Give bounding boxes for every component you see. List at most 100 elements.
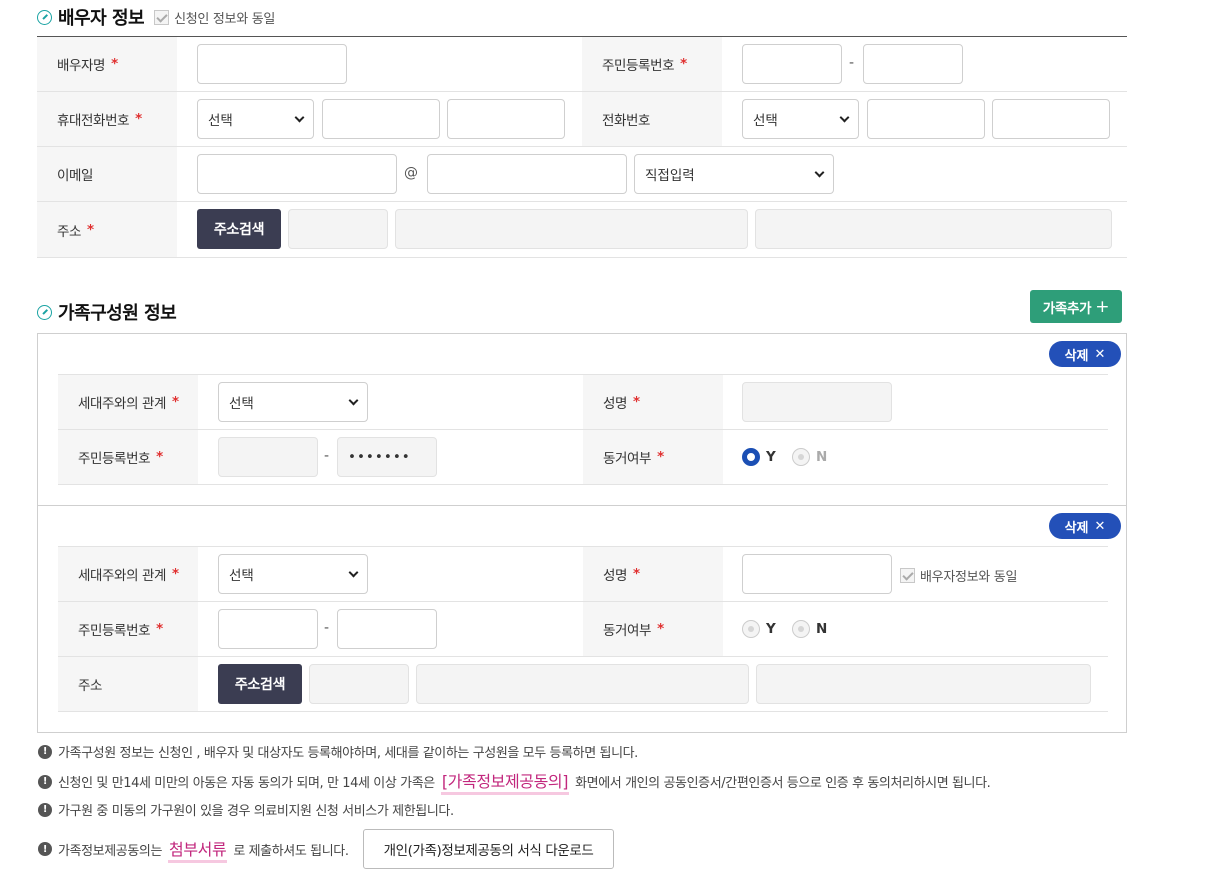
spouse-name-input[interactable] (197, 44, 347, 84)
info-icon: ! (38, 774, 52, 789)
member-name-input (742, 382, 892, 422)
delete-label: 삭제 (1064, 520, 1089, 536)
delete-label: 삭제 (1064, 348, 1089, 364)
member-name-input[interactable] (742, 554, 892, 594)
spouse-title-text: 배우자 정보 (58, 8, 145, 29)
member-2-table: 세대주와의 관계 * 선택 성명 * 배우자정보와 동일 주민등록번호 * - 동거여… (58, 546, 1108, 712)
member-name-label: 성명 * (583, 547, 723, 601)
address-search-button[interactable]: 주소검색 (197, 209, 281, 249)
spouse-phone-label: 전화번호 (582, 92, 722, 146)
member-1-row-1: 세대주와의 관계 * 선택 성명 * (58, 375, 1108, 430)
mobile-middle-input[interactable] (322, 99, 440, 139)
chevron-down-icon (348, 567, 359, 577)
email-id-input[interactable] (197, 154, 397, 194)
member-address-input (416, 664, 749, 704)
family-section-title: 가족구성원 정보 (37, 299, 177, 325)
phone-last-input[interactable] (992, 99, 1110, 139)
spouse-rrn-back-input[interactable] (863, 44, 963, 84)
info-icon: ! (38, 744, 52, 759)
address-detail-input[interactable] (755, 209, 1112, 249)
radio-disabled-icon[interactable] (792, 448, 810, 466)
cohabit-label: 동거여부 * (583, 430, 723, 484)
spouse-name-label: 배우자명 * (37, 37, 177, 91)
rrn-dash: - (324, 620, 330, 636)
member-zipcode-input (309, 664, 409, 704)
zipcode-input (288, 209, 388, 249)
radio-icon[interactable] (742, 620, 760, 638)
spouse-section-title: 배우자 정보 신청인 정보와 동일 (37, 4, 275, 30)
rrn-dash: - (849, 55, 855, 71)
same-as-spouse-label: 배우자정보와 동일 (920, 570, 1018, 585)
email-domain-select[interactable]: 직접입력 (634, 154, 834, 194)
cohabit-radio-n[interactable]: N (792, 620, 827, 638)
add-family-button[interactable]: 가족추가 + (1030, 290, 1122, 323)
spouse-address-label: 주소 * (37, 202, 177, 257)
notice-item: ! 가족구성원 정보는 신청인 , 배우자 및 대상자도 등록해야하며, 세대를… (38, 742, 638, 761)
member-rrn-back-input: ••••••• (337, 437, 437, 477)
add-family-label: 가족추가 (1042, 300, 1092, 317)
relation-select[interactable]: 선택 (218, 382, 368, 422)
delete-member-button-1[interactable]: 삭제 ✕ (1049, 341, 1121, 367)
member-address-detail-input[interactable] (756, 664, 1091, 704)
family-title-text: 가족구성원 정보 (58, 303, 177, 324)
member-1-table: 세대주와의 관계 * 선택 성명 * 주민등록번호 * - ••••••• 동거여부 *… (58, 374, 1108, 485)
member-1-row-2: 주민등록번호 * - ••••••• 동거여부 * Y N (58, 430, 1108, 485)
same-as-applicant-label: 신청인 정보와 동일 (174, 11, 276, 27)
cohabit-radio-n[interactable]: N (792, 448, 827, 466)
pencil-icon (37, 9, 52, 25)
address-input (395, 209, 748, 249)
radio-selected-icon[interactable] (742, 448, 760, 466)
relation-label: 세대주와의 관계 * (58, 375, 198, 429)
same-as-applicant-checkbox[interactable]: 신청인 정보와 동일 (154, 8, 275, 27)
cohabit-radio-y[interactable]: Y (742, 620, 776, 638)
checkbox-icon[interactable] (154, 9, 170, 25)
mobile-last-input[interactable] (447, 99, 565, 139)
notice-item: ! 신청인 및 만14세 미만의 아동은 자동 동의가 되며, 만 14세 이상… (38, 768, 991, 795)
phone-middle-input[interactable] (867, 99, 985, 139)
member-rrn-label: 주민등록번호 * (58, 602, 198, 656)
close-icon: ✕ (1094, 518, 1106, 534)
member-name-label: 성명 * (583, 375, 723, 429)
attachment-link[interactable]: 첨부서류 (168, 836, 228, 863)
notice-item: ! 가구원 중 미동의 가구원이 있을 경우 의료비지원 신청 서비스가 제한됩… (38, 800, 454, 819)
spouse-rrn-front-input[interactable] (742, 44, 842, 84)
member-address-label: 주소 (58, 657, 198, 711)
download-form-button[interactable]: 개인(가족)정보제공동의 서식 다운로드 (362, 829, 615, 869)
mobile-prefix-select[interactable]: 선택 (197, 99, 314, 139)
spouse-form-table: 배우자명 * 주민등록번호 * - 휴대전화번호 * 선택 전화번호 선택 이메일 @… (37, 36, 1127, 258)
checkbox-icon[interactable] (900, 568, 915, 583)
relation-label: 세대주와의 관계 * (58, 547, 198, 601)
member-rrn-back-input[interactable] (337, 609, 437, 649)
notice-list: ! 가족구성원 정보는 신청인 , 배우자 및 대상자도 등록해야하며, 세대를… (38, 740, 1138, 874)
spouse-row-address: 주소 * 주소검색 (37, 202, 1127, 258)
chevron-down-icon (294, 112, 305, 122)
member-rrn-front-input[interactable] (218, 609, 318, 649)
spouse-row-email: 이메일 @ 직접입력 (37, 147, 1127, 202)
member-2-row-2: 주민등록번호 * - 동거여부 * Y N (58, 602, 1108, 657)
notice-item: ! 가족정보제공동의는 첨부서류 로 제출하셔도 됩니다. 개인(가족)정보제공… (38, 829, 615, 869)
info-icon: ! (38, 802, 52, 817)
member-rrn-label: 주민등록번호 * (58, 430, 198, 484)
spouse-rrn-label: 주민등록번호 * (582, 37, 722, 91)
plus-icon: + (1095, 296, 1110, 317)
spouse-row-name: 배우자명 * 주민등록번호 * - (37, 37, 1127, 92)
spouse-email-label: 이메일 (37, 147, 177, 201)
member-2-row-1: 세대주와의 관계 * 선택 성명 * 배우자정보와 동일 (58, 547, 1108, 602)
relation-select[interactable]: 선택 (218, 554, 368, 594)
delete-member-button-2[interactable]: 삭제 ✕ (1049, 513, 1121, 539)
phone-prefix-select[interactable]: 선택 (742, 99, 859, 139)
chevron-down-icon (348, 395, 359, 405)
rrn-dash: - (324, 448, 330, 464)
same-as-spouse-checkbox[interactable]: 배우자정보와 동일 (900, 566, 1017, 585)
consent-link[interactable]: [가족정보제공동의] (440, 768, 570, 795)
info-icon: ! (38, 842, 52, 856)
family-member-card-1: 삭제 ✕ 세대주와의 관계 * 선택 성명 * 주민등록번호 * - ••••••• 동… (37, 333, 1127, 506)
member-address-search-button[interactable]: 주소검색 (218, 664, 302, 704)
family-member-card-2: 삭제 ✕ 세대주와의 관계 * 선택 성명 * 배우자정보와 동일 주민등록번호 * -… (37, 505, 1127, 733)
cohabit-label: 동거여부 * (583, 602, 723, 656)
cohabit-radio-y[interactable]: Y (742, 448, 776, 466)
pencil-icon (37, 304, 52, 320)
member-2-row-3: 주소 주소검색 (58, 657, 1108, 712)
email-domain-input[interactable] (427, 154, 627, 194)
radio-icon[interactable] (792, 620, 810, 638)
